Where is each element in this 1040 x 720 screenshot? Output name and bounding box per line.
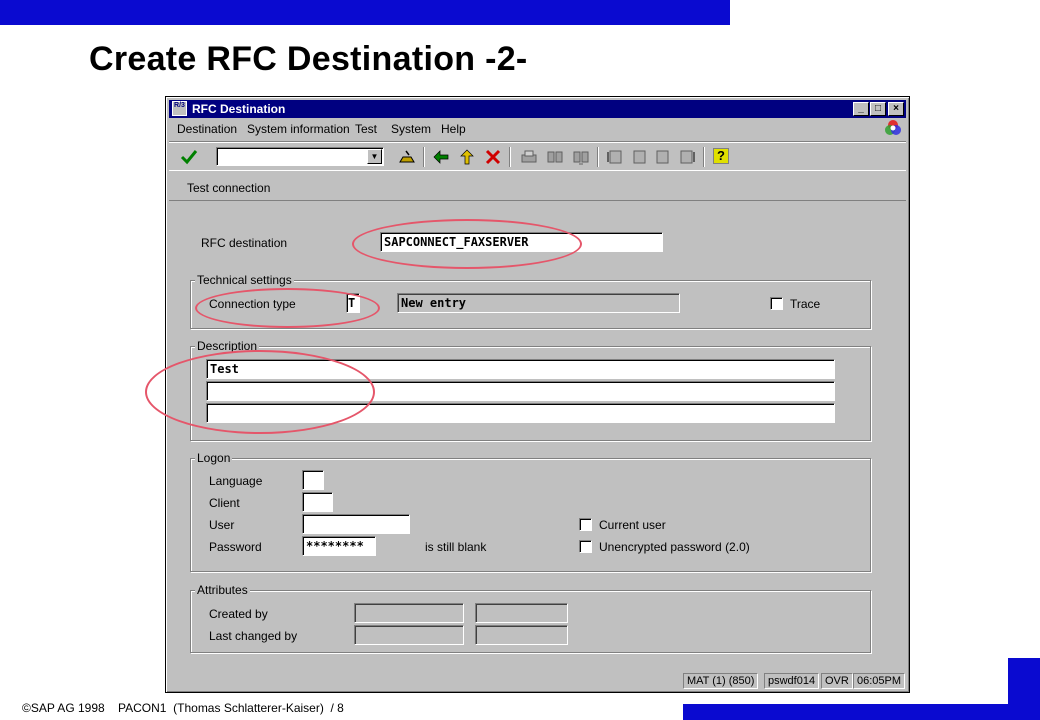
menu-help[interactable]: Help	[441, 122, 466, 136]
application-toolbar: Test connection	[169, 173, 906, 201]
bottom-accent-bar	[683, 704, 1040, 720]
password-status: is still blank	[425, 540, 487, 554]
form-area: RFC destination SAPCONNECT_FAXSERVER Tec…	[172, 204, 905, 666]
footer-text: SAP AG 1998 PACON1 (Thomas Schlatterer-K…	[30, 701, 344, 715]
trace-checkbox[interactable]	[770, 297, 783, 310]
client-field[interactable]	[302, 492, 333, 512]
statusbar: MAT (1) (850) pswdf014 OVR 06:05PM	[169, 672, 906, 690]
toolbar-separator	[597, 147, 599, 167]
print-icon[interactable]	[519, 148, 539, 166]
last-changed-on-field	[475, 625, 568, 645]
help-button[interactable]: ?	[713, 148, 729, 164]
find-next-icon[interactable]	[571, 148, 591, 166]
toolbar-separator	[703, 147, 705, 167]
close-button[interactable]: ×	[888, 102, 904, 116]
top-accent-bar	[0, 0, 730, 25]
r3-app-icon[interactable]: R/3	[172, 101, 187, 116]
sap-logo-icon[interactable]	[884, 119, 902, 137]
cancel-x-icon[interactable]	[483, 148, 503, 166]
window-titlebar[interactable]: R/3 RFC Destination _ □ ×	[169, 100, 906, 118]
menu-destination[interactable]: Destination	[177, 122, 237, 136]
status-system: MAT (1) (850)	[683, 673, 759, 689]
exit-up-arrow-icon[interactable]	[457, 148, 477, 166]
chevron-down-icon[interactable]: ▼	[367, 149, 382, 164]
maximize-button[interactable]: □	[870, 102, 886, 116]
toolbar-separator	[509, 147, 511, 167]
password-label: Password	[209, 540, 262, 554]
previous-page-icon[interactable]	[629, 148, 649, 166]
created-by-field	[354, 603, 464, 623]
created-on-field	[475, 603, 568, 623]
language-field[interactable]	[302, 470, 324, 490]
command-field[interactable]: ▼	[216, 147, 384, 166]
user-field[interactable]	[302, 514, 410, 534]
logon-title: Logon	[195, 451, 233, 465]
test-connection-button[interactable]: Test connection	[187, 181, 270, 195]
password-field[interactable]: ********	[302, 536, 376, 556]
menu-test[interactable]: Test	[355, 122, 377, 136]
last-page-icon[interactable]	[677, 148, 697, 166]
logon-group: Logon Language Client User Password ****…	[190, 451, 871, 572]
attributes-title: Attributes	[195, 583, 250, 597]
created-by-label: Created by	[209, 607, 268, 621]
back-arrow-icon[interactable]	[431, 148, 451, 166]
trace-label: Trace	[790, 297, 821, 311]
technical-settings-title: Technical settings	[195, 273, 294, 287]
unencrypted-password-checkbox[interactable]	[579, 540, 592, 553]
toolbar-separator	[423, 147, 425, 167]
slide-footer: ©SAP AG 1998 PACON1 (Thomas Schlatterer-…	[22, 701, 344, 715]
annotation-ellipse-description	[145, 350, 375, 434]
status-time: 06:05PM	[853, 673, 906, 689]
next-page-icon[interactable]	[653, 148, 673, 166]
last-changed-by-label: Last changed by	[209, 629, 298, 643]
check-icon[interactable]	[179, 148, 199, 166]
user-label: User	[209, 518, 235, 532]
standard-toolbar: ▼ ?	[169, 141, 906, 171]
annotation-ellipse-connection-type	[195, 288, 380, 328]
status-mode[interactable]: OVR	[821, 673, 853, 689]
status-server: pswdf014	[764, 673, 820, 689]
connection-type-text: New entry	[397, 293, 680, 313]
client-label: Client	[209, 496, 240, 510]
rfc-destination-label: RFC destination	[201, 236, 288, 250]
last-changed-by-field	[354, 625, 464, 645]
copyright-icon: ©	[22, 701, 31, 715]
first-page-icon[interactable]	[605, 148, 625, 166]
save-icon[interactable]	[397, 148, 417, 166]
current-user-label: Current user	[599, 518, 666, 532]
attributes-group: Attributes Created by Last changed by	[190, 583, 871, 653]
language-label: Language	[209, 474, 263, 488]
window-title: RFC Destination	[192, 102, 286, 116]
slide-title: Create RFC Destination -2-	[89, 40, 528, 78]
menu-system[interactable]: System	[391, 122, 431, 136]
current-user-checkbox[interactable]	[579, 518, 592, 531]
minimize-button[interactable]: _	[853, 102, 869, 116]
annotation-ellipse-rfc-destination	[352, 219, 582, 269]
unencrypted-password-label: Unencrypted password (2.0)	[599, 540, 750, 554]
menu-system-information[interactable]: System information	[247, 122, 350, 136]
find-icon[interactable]	[545, 148, 565, 166]
menubar: Destination System information Test Syst…	[169, 119, 906, 139]
